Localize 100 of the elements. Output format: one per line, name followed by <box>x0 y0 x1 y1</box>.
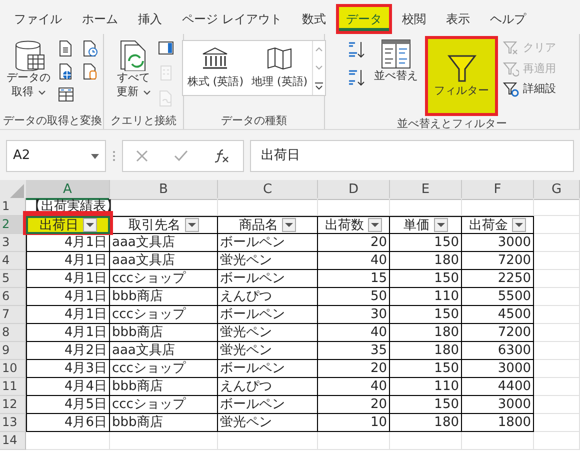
ribbon-tab[interactable]: ホーム <box>72 4 128 34</box>
row-header[interactable]: 7 <box>0 306 26 324</box>
document-cylinder-icon[interactable] <box>82 63 98 80</box>
header-cell[interactable]: 商品名 <box>218 216 318 234</box>
ribbon-tab[interactable]: ファイル <box>4 4 72 34</box>
empty-cell[interactable] <box>318 198 390 216</box>
row-header[interactable]: 13 <box>0 414 26 432</box>
refresh-all-button[interactable]: すべて 更新 <box>114 36 154 103</box>
filter-dropdown-button[interactable] <box>282 218 296 232</box>
enter-icon[interactable] <box>174 150 188 162</box>
row-header[interactable]: 4 <box>0 252 26 270</box>
empty-cell[interactable] <box>462 432 534 450</box>
empty-cell[interactable] <box>534 396 580 414</box>
header-cell[interactable]: 出荷数 <box>318 216 390 234</box>
row-header[interactable]: 6 <box>0 288 26 306</box>
table-cell: bbb商店 <box>110 414 218 432</box>
document-globe-icon[interactable] <box>58 63 74 80</box>
table-cell: 110 <box>390 288 462 306</box>
row-header[interactable]: 10 <box>0 360 26 378</box>
ribbon-tab[interactable]: 挿入 <box>128 4 172 34</box>
empty-cell[interactable] <box>534 324 580 342</box>
filter-dropdown-button[interactable] <box>184 218 198 232</box>
empty-cell[interactable] <box>462 198 534 216</box>
table-cell: 3000 <box>462 234 534 252</box>
table-cell: 150 <box>390 360 462 378</box>
table-cell: cccショップ <box>110 360 218 378</box>
column-header[interactable]: G <box>534 180 580 200</box>
empty-cell[interactable] <box>534 432 580 450</box>
function-icon[interactable] <box>214 149 230 163</box>
table-cell: 150 <box>390 306 462 324</box>
ribbon-small-button[interactable]: 詳細設 <box>502 81 557 98</box>
empty-cell[interactable] <box>218 432 318 450</box>
table-cell: aaa文具店 <box>110 234 218 252</box>
column-header[interactable]: C <box>218 180 318 200</box>
ribbon-tab[interactable]: ページ レイアウト <box>172 4 292 34</box>
empty-cell[interactable] <box>534 360 580 378</box>
table-cell: 蛍光ペン <box>218 342 318 360</box>
empty-cell[interactable] <box>390 432 462 450</box>
panel-icon[interactable] <box>158 40 174 57</box>
select-all-corner-icon[interactable] <box>0 180 26 200</box>
table-cell: 3000 <box>462 360 534 378</box>
formula-field[interactable]: 出荷日 <box>250 140 574 172</box>
ribbon-tab[interactable]: 校閲 <box>392 4 436 34</box>
filter-dropdown-button[interactable] <box>434 218 448 232</box>
column-header[interactable]: D <box>318 180 390 200</box>
empty-cell[interactable] <box>534 216 580 234</box>
row-header[interactable]: 9 <box>0 342 26 360</box>
ribbon-tab[interactable]: ヘルプ <box>480 4 536 34</box>
ribbon-tab[interactable]: 数式 <box>292 4 336 34</box>
empty-cell[interactable] <box>534 342 580 360</box>
header-cell[interactable]: 単価 <box>390 216 462 234</box>
table-cell: 3000 <box>462 396 534 414</box>
table-cell: ボールペン <box>218 306 318 324</box>
empty-cell[interactable] <box>534 306 580 324</box>
document-icon[interactable] <box>58 40 74 57</box>
dropdown-icon <box>91 154 99 158</box>
document-clock-icon[interactable] <box>82 40 98 57</box>
column-header[interactable]: A <box>26 180 110 200</box>
table-cell: 40 <box>318 252 390 270</box>
cancel-icon[interactable] <box>136 150 148 162</box>
gallery-item[interactable]: 地理 (英語) <box>248 41 312 95</box>
empty-cell[interactable] <box>534 288 580 306</box>
column-header[interactable]: B <box>110 180 218 200</box>
filter-dropdown-button[interactable] <box>512 218 526 232</box>
row-header[interactable]: 14 <box>0 432 26 450</box>
table-icon[interactable] <box>58 86 74 103</box>
empty-cell[interactable] <box>318 432 390 450</box>
table-cell: 4月5日 <box>26 396 110 414</box>
row-header[interactable]: 12 <box>0 396 26 414</box>
table-cell: 4月1日 <box>26 306 110 324</box>
empty-cell[interactable] <box>534 198 580 216</box>
column-header[interactable]: E <box>390 180 462 200</box>
empty-cell[interactable] <box>534 378 580 396</box>
sort-button[interactable]: 並べ替え <box>371 36 421 86</box>
gallery-item[interactable]: 株式 (英語) <box>183 41 248 95</box>
empty-cell[interactable] <box>390 198 462 216</box>
sort-descending-icon[interactable] <box>347 68 367 88</box>
sort-ascending-icon[interactable] <box>347 40 367 60</box>
empty-cell[interactable] <box>534 414 580 432</box>
get-data-button[interactable]: データの 取得 <box>4 36 54 103</box>
empty-cell[interactable] <box>218 198 318 216</box>
empty-cell[interactable] <box>534 270 580 288</box>
column-header[interactable]: F <box>462 180 534 200</box>
empty-cell[interactable] <box>110 432 218 450</box>
ribbon-tab[interactable]: データ <box>336 4 392 34</box>
filter-dropdown-button[interactable] <box>82 218 96 232</box>
header-cell[interactable]: 出荷金 <box>462 216 534 234</box>
row-header[interactable]: 3 <box>0 234 26 252</box>
header-cell[interactable]: 取引先名 <box>110 216 218 234</box>
empty-cell[interactable] <box>534 234 580 252</box>
name-box[interactable]: A2 <box>6 140 106 172</box>
ribbon-tab[interactable]: 表示 <box>436 4 480 34</box>
column-heading: 取引先名 <box>128 216 180 234</box>
row-header[interactable]: 8 <box>0 324 26 342</box>
empty-cell[interactable] <box>534 252 580 270</box>
row-header[interactable]: 1 <box>0 198 26 216</box>
row-header[interactable]: 11 <box>0 378 26 396</box>
row-header[interactable]: 5 <box>0 270 26 288</box>
filter-button[interactable]: フィルター <box>425 36 498 116</box>
filter-dropdown-button[interactable] <box>368 218 382 232</box>
